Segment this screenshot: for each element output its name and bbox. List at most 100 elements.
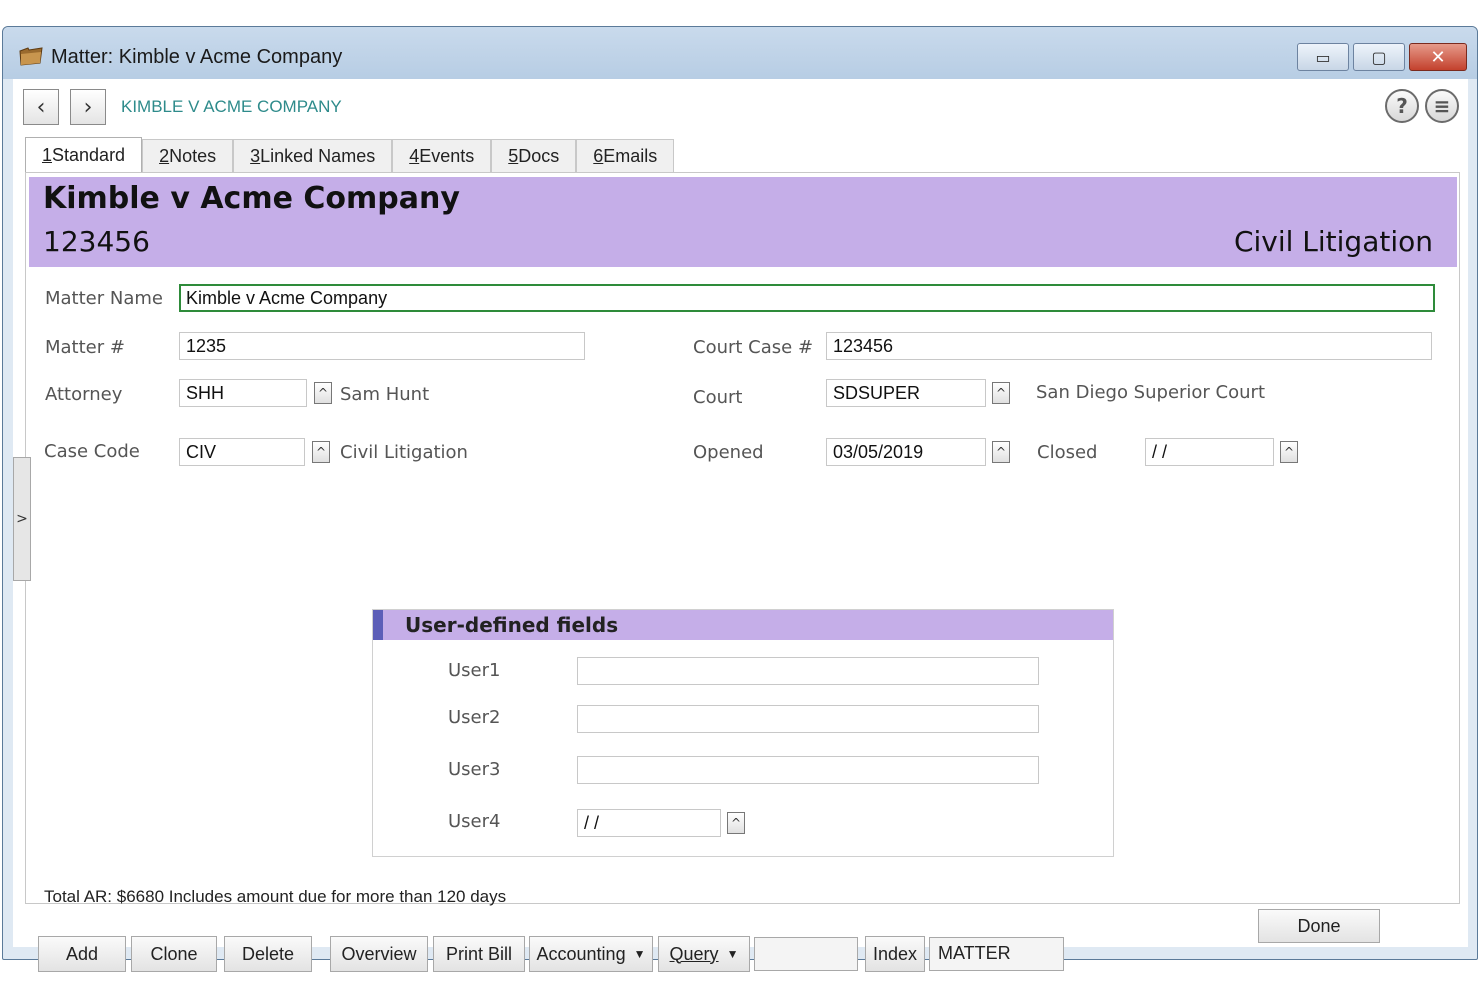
caret-up-icon: ^ <box>730 816 742 830</box>
caret-up-icon: ^ <box>317 386 329 400</box>
folder-icon <box>19 47 43 66</box>
court-field[interactable]: SDSUPER <box>826 379 986 407</box>
case-code-field[interactable]: CIV <box>179 438 305 466</box>
tab-label: Docs <box>518 146 560 166</box>
user1-label: User1 <box>448 660 501 681</box>
case-code-lookup-button[interactable]: ^ <box>312 441 330 463</box>
tab-label: Linked Names <box>260 146 376 166</box>
window-content: ‹ › KIMBLE V ACME COMPANY ? ≡ 1 Standard … <box>13 79 1468 972</box>
minimize-button[interactable]: ▭ <box>1297 43 1349 71</box>
print-bill-button[interactable]: Print Bill <box>433 936 525 972</box>
user2-field[interactable] <box>577 705 1039 733</box>
matter-window: Matter: Kimble v Acme Company ▭ ▢ ✕ ‹ › … <box>2 26 1478 972</box>
index-input[interactable]: MATTER <box>929 937 1064 971</box>
tab-key: 5 <box>508 146 519 166</box>
tab-label: Standard <box>52 145 126 165</box>
tab-key: 1 <box>42 145 53 165</box>
matter-number: 123456 <box>43 225 150 258</box>
maximize-button[interactable]: ▢ <box>1353 43 1405 71</box>
accounting-dropdown-button[interactable]: Accounting ▼ <box>529 936 653 972</box>
matter-name-label: Matter Name <box>45 288 163 309</box>
closed-date-field[interactable]: / / <box>1145 438 1274 466</box>
chevron-right-icon: > <box>16 511 28 527</box>
tab-label: Notes <box>169 146 217 166</box>
opened-label: Opened <box>693 442 764 463</box>
query-label: Query <box>669 943 719 964</box>
tab-label: Emails <box>603 146 658 166</box>
help-icon: ? <box>1396 94 1408 118</box>
user4-date-picker-button[interactable]: ^ <box>727 812 745 834</box>
closed-date-picker-button[interactable]: ^ <box>1280 441 1298 463</box>
maximize-icon: ▢ <box>1371 47 1387 67</box>
close-icon: ✕ <box>1430 46 1446 68</box>
matter-header: Kimble v Acme Company 123456 Civil Litig… <box>29 177 1457 267</box>
opened-date-field[interactable]: 03/05/2019 <box>826 438 986 466</box>
user-defined-fields-header: User-defined fields <box>373 610 1113 640</box>
tab-standard[interactable]: 1 Standard <box>25 137 143 173</box>
overview-button[interactable]: Overview <box>330 936 428 972</box>
caret-up-icon: ^ <box>1283 445 1295 459</box>
court-label: Court <box>693 387 743 408</box>
caret-down-icon: ▼ <box>633 947 646 961</box>
court-case-field[interactable]: 123456 <box>826 332 1432 360</box>
matter-title: Kimble v Acme Company <box>43 181 460 216</box>
user4-label: User4 <box>448 811 501 832</box>
court-lookup-button[interactable]: ^ <box>992 382 1010 404</box>
close-button[interactable]: ✕ <box>1409 43 1467 71</box>
case-code-description: Civil Litigation <box>340 442 468 463</box>
window-title: Matter: Kimble v Acme Company <box>51 46 343 68</box>
caret-up-icon: ^ <box>315 445 327 459</box>
breadcrumb[interactable]: KIMBLE V ACME COMPANY <box>121 97 342 117</box>
tab-label: Events <box>419 146 475 166</box>
attorney-lookup-button[interactable]: ^ <box>314 382 332 404</box>
delete-button[interactable]: Delete <box>224 936 312 972</box>
query-input[interactable] <box>754 937 858 971</box>
user3-field[interactable] <box>577 756 1039 784</box>
tab-events[interactable]: 4 Events <box>392 139 492 173</box>
case-code-label: Case Code <box>44 441 140 462</box>
side-panel-toggle[interactable]: > <box>13 457 31 581</box>
user1-field[interactable] <box>577 657 1039 685</box>
opened-date-picker-button[interactable]: ^ <box>992 441 1010 463</box>
matter-no-label: Matter # <box>45 337 125 358</box>
forward-button[interactable]: › <box>70 89 106 125</box>
tab-notes[interactable]: 2 Notes <box>142 139 234 173</box>
tab-key: 3 <box>250 146 261 166</box>
tab-key: 6 <box>593 146 604 166</box>
tab-strip: 1 Standard 2 Notes 3 Linked Names 4 Events 5… <box>25 137 675 173</box>
attorney-label: Attorney <box>45 384 123 405</box>
standard-panel: Kimble v Acme Company 123456 Civil Litig… <box>25 172 1460 972</box>
help-button[interactable]: ? <box>1385 89 1419 123</box>
user-defined-fields-group: User-defined fields User1 User2 User3 Us… <box>372 609 1114 857</box>
total-ar-status: Total AR: $6680 Includes amount due for … <box>44 887 507 906</box>
query-dropdown-button[interactable]: Query ▼ <box>658 936 750 972</box>
tab-key: 2 <box>159 146 170 166</box>
matter-no-field[interactable]: 1235 <box>179 332 585 360</box>
done-button[interactable]: Done <box>1258 909 1380 943</box>
matter-name-field[interactable]: Kimble v Acme Company <box>179 284 1435 312</box>
caret-up-icon: ^ <box>995 386 1007 400</box>
back-button[interactable]: ‹ <box>23 89 59 125</box>
court-case-label: Court Case # <box>693 337 814 358</box>
tab-linked-names[interactable]: 3 Linked Names <box>233 139 393 173</box>
closed-label: Closed <box>1037 442 1098 463</box>
menu-button[interactable]: ≡ <box>1425 89 1459 123</box>
attorney-description: Sam Hunt <box>340 384 430 405</box>
chevron-left-icon: ‹ <box>36 94 46 120</box>
tab-emails[interactable]: 6 Emails <box>576 139 675 173</box>
attorney-field[interactable]: SHH <box>179 379 307 407</box>
court-description: San Diego Superior Court <box>1036 382 1265 403</box>
accounting-label: Accounting <box>536 943 626 964</box>
clone-button[interactable]: Clone <box>131 936 217 972</box>
tab-docs[interactable]: 5 Docs <box>491 139 577 173</box>
title-bar[interactable]: Matter: Kimble v Acme Company ▭ ▢ ✕ <box>3 27 1477 79</box>
minimize-icon: ▭ <box>1315 47 1331 67</box>
user4-date-field[interactable]: / / <box>577 809 721 837</box>
menu-icon: ≡ <box>1433 94 1451 118</box>
index-button[interactable]: Index <box>865 936 925 972</box>
user2-label: User2 <box>448 707 501 728</box>
user3-label: User3 <box>448 759 501 780</box>
add-button[interactable]: Add <box>38 936 126 972</box>
tab-key: 4 <box>409 146 420 166</box>
caret-down-icon: ▼ <box>726 947 739 961</box>
